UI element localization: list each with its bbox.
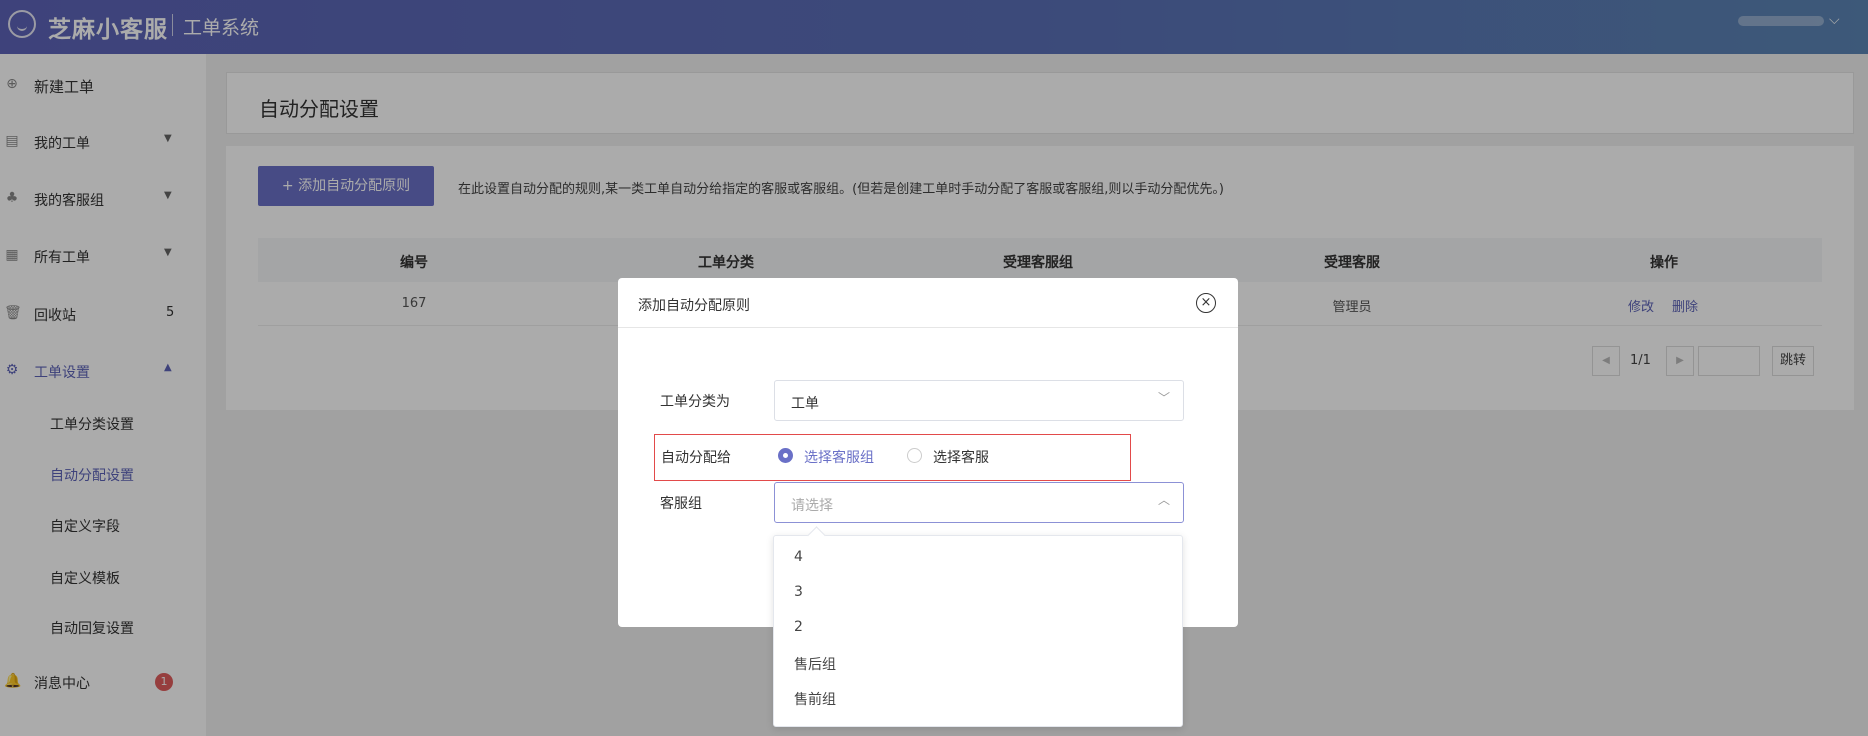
radio-agent-option[interactable]: [907, 448, 922, 463]
radio-group-option[interactable]: [778, 448, 793, 463]
chevron-up-icon: ︿: [1158, 493, 1171, 507]
dropdown-option[interactable]: 3: [774, 575, 1182, 610]
assign-highlight-box: 自动分配给 选择客服组 选择客服: [654, 434, 1131, 481]
dropdown-option[interactable]: 4: [774, 540, 1182, 575]
dropdown-option[interactable]: 售后组: [774, 645, 1182, 680]
group-placeholder: 请选择: [791, 498, 833, 514]
group-select[interactable]: 请选择 ︿: [774, 482, 1184, 523]
group-dropdown: 4 3 2 售后组 售前组: [773, 535, 1183, 727]
category-label: 工单分类为: [660, 394, 730, 410]
dropdown-option[interactable]: 2: [774, 610, 1182, 645]
category-select[interactable]: 工单 ﹀: [774, 380, 1184, 421]
radio-group-label[interactable]: 选择客服组: [804, 447, 874, 467]
dropdown-option[interactable]: 售前组: [774, 680, 1182, 715]
modal-header: 添加自动分配原则 ×: [618, 278, 1238, 328]
radio-agent-label[interactable]: 选择客服: [933, 447, 989, 467]
assign-label: 自动分配给: [661, 450, 731, 466]
chevron-down-icon: ﹀: [1158, 391, 1171, 405]
category-value: 工单: [791, 396, 819, 412]
group-label: 客服组: [660, 496, 702, 512]
modal-title: 添加自动分配原则: [638, 298, 750, 314]
close-icon[interactable]: ×: [1196, 293, 1216, 313]
